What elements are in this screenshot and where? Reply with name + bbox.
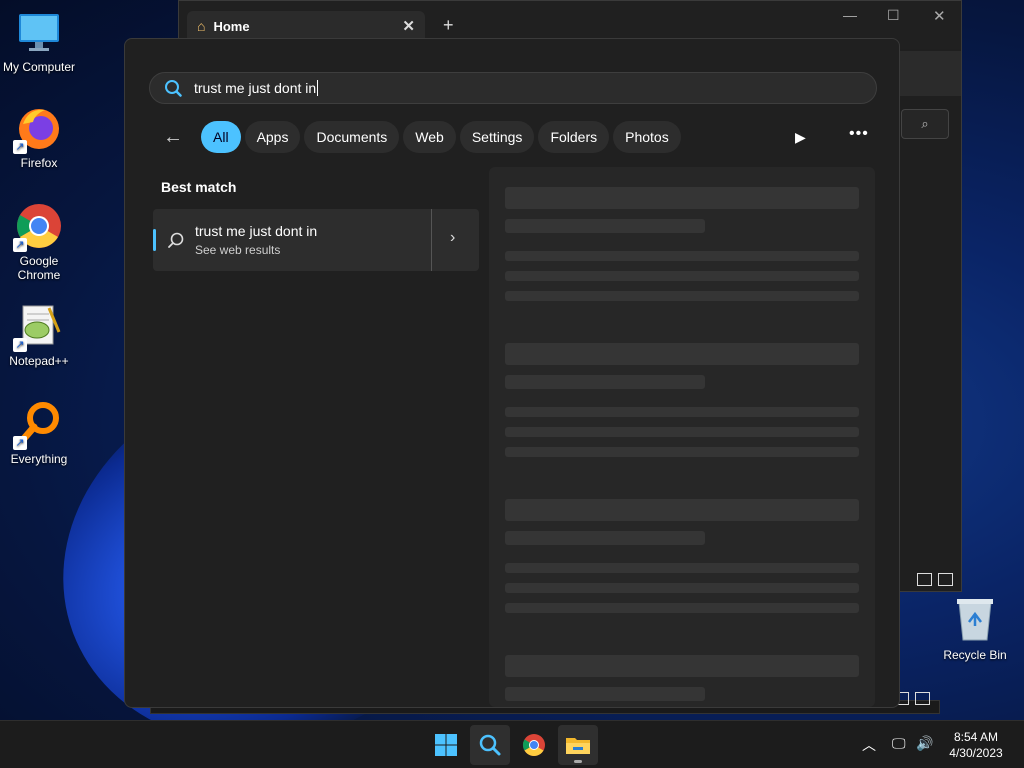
desktop-icon-label: My Computer	[2, 60, 76, 74]
volume-icon[interactable]: 🔊	[916, 735, 933, 752]
selection-accent	[153, 229, 156, 251]
minimize-icon[interactable]: —	[843, 7, 857, 23]
desktop-icon-label: Firefox	[20, 156, 58, 170]
best-match-heading: Best match	[161, 179, 237, 195]
recycle-bin-icon	[957, 599, 993, 641]
skeleton-bar	[505, 219, 705, 233]
search-icon	[165, 80, 182, 97]
skeleton-bar	[505, 563, 859, 573]
skeleton-bar	[505, 427, 859, 437]
filter-chip-settings[interactable]: Settings	[459, 121, 535, 153]
chevron-right-icon[interactable]: ›	[450, 229, 455, 247]
skeleton-bar	[505, 583, 859, 593]
desktop-icon-my-computer[interactable]: My Computer	[0, 8, 78, 74]
view-toggle	[917, 573, 953, 586]
desktop-icon-label: Notepad++	[9, 354, 69, 368]
taskbar-chrome-button[interactable]	[514, 725, 554, 765]
skeleton-bar	[505, 187, 859, 209]
tiles-view-icon[interactable]	[915, 692, 930, 705]
preview-pane-loading	[489, 167, 875, 707]
desktop-icon-label: Recycle Bin	[943, 648, 1007, 662]
clock-date: 4/30/2023	[949, 746, 1003, 760]
result-title: trust me just dont in	[195, 223, 318, 239]
skeleton-bar	[505, 271, 859, 281]
filter-chip-photos[interactable]: Photos	[613, 121, 681, 153]
search-icon: ⌕	[921, 116, 929, 131]
skeleton-bar	[505, 251, 859, 261]
windows-search-panel: trust me just dont in ← All Apps Documen…	[124, 38, 900, 708]
running-indicator	[574, 760, 582, 763]
desktop-icon-label: Everything	[10, 452, 68, 466]
desktop-icon-recycle-bin[interactable]: Recycle Bin	[938, 596, 1012, 662]
details-view-icon[interactable]	[917, 573, 932, 586]
everything-search-icon: ↗	[13, 400, 63, 450]
search-icon	[479, 734, 501, 756]
desktop-icon-chrome[interactable]: ↗ Google Chrome	[0, 202, 78, 282]
shortcut-arrow-icon: ↗	[13, 238, 27, 252]
search-query-text: trust me just dont in	[194, 80, 317, 96]
explorer-toolbar	[899, 51, 961, 96]
result-divider	[431, 209, 432, 271]
tiles-view-icon[interactable]	[938, 573, 953, 586]
chrome-icon	[523, 734, 545, 756]
desktop-icon-notepadpp[interactable]: ↗ Notepad++	[0, 302, 78, 368]
skeleton-bar	[505, 655, 859, 677]
desktop-icon-label: Google Chrome	[17, 254, 61, 282]
filter-chip-web[interactable]: Web	[403, 121, 456, 153]
system-clock[interactable]: 8:54 AM 4/30/2023	[936, 729, 1016, 761]
skeleton-bar	[505, 407, 859, 417]
taskbar-file-explorer-button[interactable]	[558, 725, 598, 765]
skeleton-bar	[505, 447, 859, 457]
skeleton-bar	[505, 499, 859, 521]
skeleton-bar	[505, 531, 705, 545]
maximize-icon[interactable]: ☐	[887, 7, 900, 24]
explorer-tab-title: Home	[213, 18, 250, 34]
firefox-icon: ↗	[13, 104, 63, 154]
skeleton-bar	[505, 343, 859, 365]
filter-chip-documents[interactable]: Documents	[304, 121, 400, 153]
clock-time: 8:54 AM	[953, 730, 999, 744]
show-hidden-icons-chevron-icon[interactable]: ︿	[862, 735, 876, 755]
skeleton-bar	[505, 687, 705, 701]
desktop-icon-firefox[interactable]: ↗ Firefox	[0, 104, 78, 170]
play-icon[interactable]: ▶	[795, 129, 806, 146]
explorer-tab-home[interactable]: ⌂ Home ✕	[187, 11, 425, 41]
new-tab-button[interactable]: +	[443, 15, 454, 36]
skeleton-bar	[505, 291, 859, 301]
search-input[interactable]: trust me just dont in	[149, 72, 877, 104]
chrome-icon: ↗	[13, 202, 63, 252]
start-button[interactable]	[426, 725, 466, 765]
shortcut-arrow-icon: ↗	[13, 338, 27, 352]
result-subtitle: See web results	[195, 243, 281, 257]
skeleton-bar	[505, 603, 859, 613]
notepadpp-icon: ↗	[13, 302, 63, 352]
taskbar-search-button[interactable]	[470, 725, 510, 765]
home-icon: ⌂	[197, 18, 206, 34]
best-match-result[interactable]: trust me just dont in See web results ›	[153, 209, 479, 271]
desktop-icon-everything[interactable]: ↗ Everything	[0, 400, 78, 466]
taskbar: ︿ 🖵 🔊 8:54 AM 4/30/2023	[0, 720, 1024, 768]
explorer-search-box[interactable]: ⌕	[901, 109, 949, 139]
web-search-icon	[168, 232, 184, 248]
shortcut-arrow-icon: ↗	[13, 436, 27, 450]
shortcut-arrow-icon: ↗	[13, 140, 27, 154]
filter-chip-apps[interactable]: Apps	[244, 121, 301, 153]
back-arrow-icon[interactable]: ←	[163, 126, 183, 149]
search-filter-bar: ← All Apps Documents Web Settings Folder…	[163, 121, 681, 153]
filter-chip-folders[interactable]: Folders	[538, 121, 610, 153]
monitor-icon	[15, 8, 63, 56]
skeleton-bar	[505, 375, 705, 389]
text-caret	[317, 80, 319, 96]
windows-start-icon	[435, 734, 457, 756]
more-options-icon[interactable]: •••	[849, 125, 869, 143]
file-explorer-icon	[566, 738, 590, 754]
network-icon[interactable]: 🖵	[892, 735, 906, 752]
close-tab-icon[interactable]: ✕	[402, 17, 415, 35]
close-window-icon[interactable]: ✕	[933, 7, 946, 25]
filter-chip-all[interactable]: All	[201, 121, 241, 153]
